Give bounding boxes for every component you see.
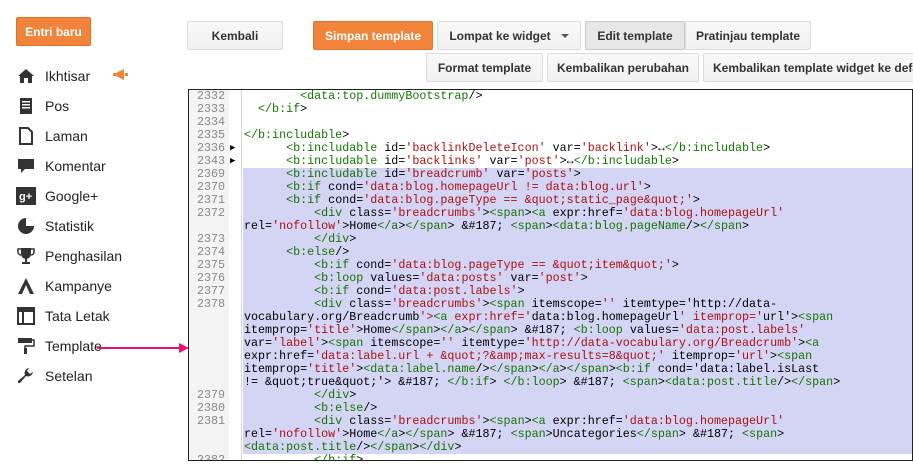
code-line[interactable]: 2333 </b:if> <box>189 102 912 116</box>
svg-text:g+: g+ <box>19 191 32 203</box>
campaign-icon <box>16 276 36 296</box>
sidebar-item-label: Google+ <box>45 188 99 204</box>
preview-template-button[interactable]: Pratinjau template <box>685 21 811 50</box>
code-text: </b:if> <box>258 102 308 116</box>
sidebar-item-label: Pos <box>45 98 70 114</box>
code-line[interactable]: 2382 </b:if> <box>189 453 912 461</box>
sidebar-item-earnings[interactable]: Penghasilan <box>16 241 122 271</box>
paint-roller-icon <box>16 336 36 356</box>
revert-widget-templates-button[interactable]: Kembalikan template widget ke defa <box>703 53 913 82</box>
sidebar-item-overview[interactable]: Ikhtisar <box>16 61 128 91</box>
sidebar-item-label: Setelan <box>45 368 93 384</box>
google-plus-icon: g+ <box>16 186 36 206</box>
line-number: 2378 <box>196 297 225 311</box>
sidebar-item-label: Penghasilan <box>45 248 123 264</box>
jump-to-widget-label: Lompat ke widget <box>449 28 551 43</box>
trophy-icon <box>16 246 36 266</box>
posts-icon <box>16 96 36 116</box>
chevron-down-icon <box>560 33 569 38</box>
edit-template-button[interactable]: Edit template <box>585 21 685 50</box>
template-code-editor[interactable]: 2332 <data:top.dummyBootstrap/> 2333 </b:… <box>188 89 913 461</box>
stats-icon <box>16 216 36 236</box>
comment-icon <box>16 156 36 176</box>
megaphone-icon <box>112 68 128 85</box>
sidebar-nav: Ikhtisar Pos Laman Komentar g+ Google+ S… <box>16 61 128 391</box>
pointer-arrow <box>97 343 189 353</box>
sidebar-item-label: Tata Letak <box>45 308 110 324</box>
layout-icon <box>16 306 36 326</box>
jump-to-widget-dropdown[interactable]: Lompat ke widget <box>437 21 581 50</box>
sidebar-item-posts[interactable]: Pos <box>16 91 122 121</box>
new-post-button[interactable]: Entri baru <box>16 17 91 46</box>
line-number: 2381 <box>196 414 225 428</box>
sidebar-item-label: Komentar <box>45 158 106 174</box>
home-icon <box>16 66 36 86</box>
sidebar-item-comments[interactable]: Komentar <box>16 151 122 181</box>
format-template-button[interactable]: Format template <box>426 53 543 82</box>
save-template-button[interactable]: Simpan template <box>313 21 433 50</box>
revert-changes-button[interactable]: Kembalikan perubahan <box>547 53 699 82</box>
pages-icon <box>16 126 36 146</box>
code-text: </b:if> <box>314 453 364 461</box>
sidebar-item-stats[interactable]: Statistik <box>16 211 122 241</box>
sidebar-item-label: Statistik <box>45 218 95 234</box>
sidebar-item-campaigns[interactable]: Kampanye <box>16 271 122 301</box>
sidebar-item-settings[interactable]: Setelan <box>16 361 122 391</box>
back-button[interactable]: Kembali <box>187 21 283 50</box>
wrench-icon <box>16 366 36 386</box>
fold-arrow-icon[interactable]: ▶ <box>230 155 235 168</box>
sidebar-item-label: Ikhtisar <box>45 68 91 84</box>
sidebar-item-label: Laman <box>45 128 88 144</box>
sidebar-item-layout[interactable]: Tata Letak <box>16 301 122 331</box>
sidebar-item-pages[interactable]: Laman <box>16 121 122 151</box>
sidebar-item-google-plus[interactable]: g+ Google+ <box>16 181 122 211</box>
sidebar-item-label: Template <box>45 338 102 354</box>
line-number: 2382 <box>196 453 225 461</box>
line-number: 2372 <box>196 206 225 220</box>
sidebar-item-label: Kampanye <box>45 278 112 294</box>
fold-arrow-icon[interactable]: ▶ <box>230 142 235 155</box>
